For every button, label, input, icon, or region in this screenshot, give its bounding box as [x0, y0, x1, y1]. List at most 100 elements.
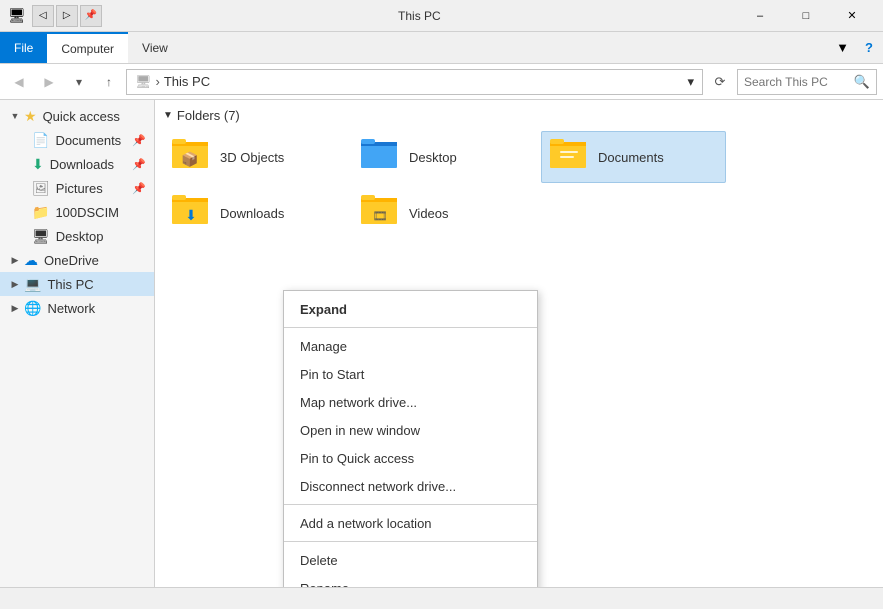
- sidebar-100dscim[interactable]: 📁 100DSCIM: [8, 200, 154, 224]
- sidebar-pictures[interactable]: 🖼 Pictures 📌: [8, 176, 154, 200]
- pictures-icon: 🖼: [32, 180, 50, 197]
- folders-label: Folders (7): [177, 108, 240, 123]
- folder-desktop[interactable]: Desktop: [352, 131, 537, 183]
- sidebar-desktop[interactable]: 🖥 Desktop: [8, 224, 154, 248]
- documents-pin: 📌: [132, 134, 146, 147]
- thispc-expand-icon: ▶: [8, 279, 22, 290]
- sidebar-desktop-icon: 🖥: [32, 228, 50, 245]
- folder-documents[interactable]: Documents: [541, 131, 726, 183]
- title-bar-icon: 🖥: [8, 7, 26, 24]
- content-area: ▼ Folders (7) 📦 3D Objects: [155, 100, 883, 587]
- sidebar-documents[interactable]: 📄 Documents 📌: [8, 128, 154, 152]
- ctx-map-network[interactable]: Map network drive...: [284, 388, 537, 416]
- ribbon-file-tab[interactable]: File: [0, 32, 47, 63]
- folder-documents-label: Documents: [598, 150, 664, 165]
- address-chevron: ▾: [687, 74, 694, 90]
- svg-text:📦: 📦: [181, 151, 198, 168]
- pin-tab[interactable]: 📌: [80, 5, 102, 27]
- ctx-rename[interactable]: Rename: [284, 574, 537, 587]
- onedrive-label: OneDrive: [44, 253, 99, 268]
- forward-button[interactable]: ▶: [36, 69, 62, 95]
- ctx-divider-2: [284, 504, 537, 505]
- address-path[interactable]: 🖥 › This PC ▾: [126, 69, 703, 95]
- breadcrumb-thispc: This PC: [164, 74, 210, 89]
- pictures-label: Pictures: [56, 181, 103, 196]
- folder-3dobjects[interactable]: 📦 3D Objects: [163, 131, 348, 183]
- documents-label: Documents: [55, 133, 121, 148]
- svg-text:⬇: ⬇: [185, 207, 197, 223]
- title-bar-controls: – □ ✕: [737, 0, 875, 32]
- ctx-manage[interactable]: Manage: [284, 332, 537, 360]
- folder-videos[interactable]: 🎞 Videos: [352, 187, 537, 239]
- sidebar-downloads[interactable]: ⬇ Downloads 📌: [8, 152, 154, 176]
- sidebar-thispc[interactable]: ▶ 💻 This PC: [0, 272, 154, 296]
- dropdown-button[interactable]: ▾: [66, 69, 92, 95]
- onedrive-icon: ☁: [24, 252, 38, 269]
- downloads-label: Downloads: [50, 157, 114, 172]
- title-bar-tabs: ◁ ▷ 📌: [32, 5, 102, 27]
- ctx-pin-start[interactable]: Pin to Start: [284, 360, 537, 388]
- 100dscim-icon: 📁: [32, 204, 49, 221]
- ctx-disconnect[interactable]: Disconnect network drive...: [284, 472, 537, 500]
- ctx-expand[interactable]: Expand: [284, 295, 537, 323]
- folder-3d-icon: 📦: [172, 136, 210, 178]
- ribbon-help-button[interactable]: ?: [855, 32, 883, 63]
- folder-videos-icon: 🎞: [361, 192, 399, 234]
- folder-downloads[interactable]: ⬇ Downloads: [163, 187, 348, 239]
- forward-tab[interactable]: ▷: [56, 5, 78, 27]
- back-button[interactable]: ◀: [6, 69, 32, 95]
- network-expand-icon: ▶: [8, 303, 22, 314]
- context-menu: Expand Manage Pin to Start Map network d…: [283, 290, 538, 587]
- title-bar: 🖥 ◁ ▷ 📌 This PC – □ ✕: [0, 0, 883, 32]
- close-button[interactable]: ✕: [829, 0, 875, 32]
- ctx-divider-3: [284, 541, 537, 542]
- ribbon: File Computer View ▼ ?: [0, 32, 883, 64]
- 100dscim-label: 100DSCIM: [55, 205, 119, 220]
- folder-downloads-icon: ⬇: [172, 192, 210, 234]
- refresh-button[interactable]: ⟳: [707, 69, 733, 95]
- main-container: ▼ ★ Quick access 📄 Documents 📌 ⬇ Downloa…: [0, 100, 883, 587]
- pictures-pin: 📌: [132, 182, 146, 195]
- documents-icon: 📄: [32, 132, 49, 149]
- quickaccess-expand-icon: ▼: [8, 111, 22, 121]
- folders-section-header: ▼ Folders (7): [163, 108, 875, 123]
- folder-desktop-icon: [361, 136, 399, 178]
- sidebar-network[interactable]: ▶ 🌐 Network: [0, 296, 154, 320]
- folder-desktop-label: Desktop: [409, 150, 457, 165]
- folder-3dobjects-label: 3D Objects: [220, 150, 284, 165]
- sidebar-desktop-label: Desktop: [56, 229, 104, 244]
- thispc-label: This PC: [47, 277, 93, 292]
- downloads-icon: ⬇: [32, 156, 44, 173]
- folders-chevron: ▼: [163, 110, 173, 121]
- network-label: Network: [47, 301, 95, 316]
- sidebar-quickaccess[interactable]: ▼ ★ Quick access: [0, 104, 154, 128]
- ctx-divider-1: [284, 327, 537, 328]
- address-bar: ◀ ▶ ▾ ↑ 🖥 › This PC ▾ ⟳ 🔍: [0, 64, 883, 100]
- up-button[interactable]: ↑: [96, 69, 122, 95]
- ribbon-view-tab[interactable]: View: [128, 32, 182, 63]
- ribbon-expand-button[interactable]: ▼: [830, 32, 855, 63]
- downloads-pin: 📌: [132, 158, 146, 171]
- network-icon: 🌐: [24, 300, 41, 317]
- breadcrumb-pc: ›: [156, 74, 160, 89]
- search-box[interactable]: 🔍: [737, 69, 877, 95]
- folder-downloads-label: Downloads: [220, 206, 284, 221]
- search-input[interactable]: [744, 75, 854, 89]
- ctx-delete[interactable]: Delete: [284, 546, 537, 574]
- minimize-button[interactable]: –: [737, 0, 783, 32]
- svg-text:🎞: 🎞: [372, 209, 387, 223]
- maximize-button[interactable]: □: [783, 0, 829, 32]
- onedrive-expand-icon: ▶: [8, 255, 22, 266]
- sidebar: ▼ ★ Quick access 📄 Documents 📌 ⬇ Downloa…: [0, 100, 155, 587]
- folder-documents-icon: [550, 136, 588, 178]
- ctx-open-window[interactable]: Open in new window: [284, 416, 537, 444]
- sidebar-onedrive[interactable]: ▶ ☁ OneDrive: [0, 248, 154, 272]
- ctx-add-network[interactable]: Add a network location: [284, 509, 537, 537]
- quickaccess-label: Quick access: [43, 109, 120, 124]
- folder-videos-label: Videos: [409, 206, 449, 221]
- ribbon-computer-tab[interactable]: Computer: [47, 32, 128, 63]
- folders-grid: 📦 3D Objects Desktop: [163, 131, 875, 239]
- search-icon: 🔍: [854, 74, 870, 90]
- quick-access-tab[interactable]: ◁: [32, 5, 54, 27]
- ctx-pin-quick[interactable]: Pin to Quick access: [284, 444, 537, 472]
